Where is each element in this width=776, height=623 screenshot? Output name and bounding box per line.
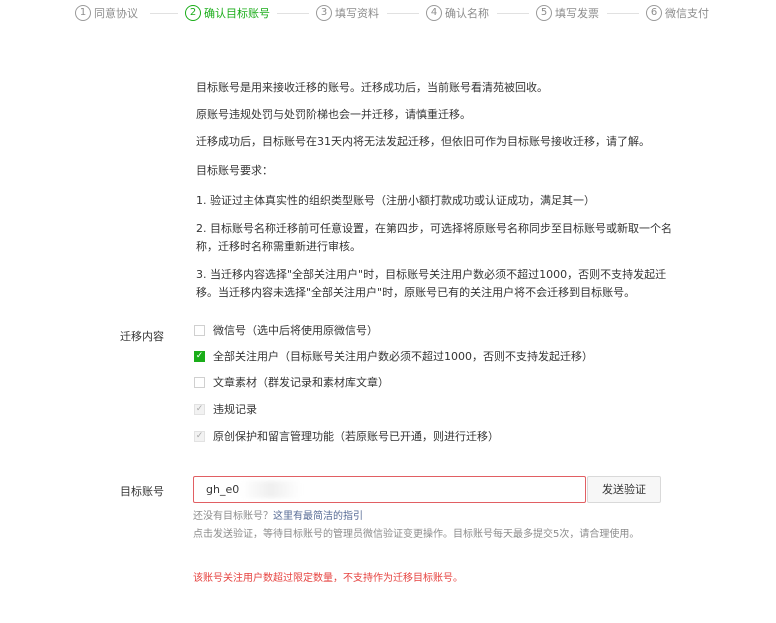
step-6: 6 微信支付 (646, 5, 709, 21)
checkbox-disabled: ✓ (194, 403, 205, 415)
step-4: 4 确认名称 (426, 5, 489, 21)
step-connector (497, 13, 529, 14)
option-label: 违规记录 (213, 403, 257, 416)
send-verification-button[interactable]: 发送验证 (587, 476, 661, 503)
step-5: 5 填写发票 (536, 5, 599, 21)
step-label: 确认名称 (445, 7, 489, 20)
option-label: 原创保护和留言管理功能（若原账号已开通，则进行迁移） (213, 430, 499, 443)
checkbox[interactable] (194, 376, 205, 388)
error-message: 该账号关注用户数超过限定数量，不支持作为迁移目标账号。 (193, 573, 463, 584)
info-paragraph: 目标账号是用来接收迁移的账号。迁移成功后，当前账号看清苑被回收。 (196, 81, 548, 94)
checkbox-disabled: ✓ (194, 430, 205, 442)
step-number: 4 (426, 5, 442, 21)
step-label: 同意协议 (94, 7, 138, 20)
option-wechat-id[interactable]: 微信号（选中后将使用原微信号） (194, 322, 378, 338)
requirement-item: 3. 当迁移内容选择"全部关注用户"时，目标账号关注用户数必须不超过1000，否… (196, 268, 667, 299)
step-connector (150, 13, 178, 14)
no-account-hint: 还没有目标账号？这里有最简洁的指引 (193, 509, 363, 525)
option-article-materials[interactable]: 文章素材（群发记录和素材库文章） (194, 374, 389, 390)
info-paragraph: 原账号违规处罚与处罚阶梯也会一并迁移，请慎重迁移。 (196, 108, 471, 121)
step-label: 填写发票 (555, 7, 599, 20)
steps-bar: 1 同意协议 2 确认目标账号 3 填写资料 4 确认名称 5 填写发票 6 微… (0, 0, 776, 30)
step-connector (607, 13, 639, 14)
option-original-protection: ✓ 原创保护和留言管理功能（若原账号已开通，则进行迁移） (194, 428, 499, 444)
requirement-item: 1. 验证过主体真实性的组织类型账号（注册小额打款成功或认证成功，满足其一） (196, 194, 595, 207)
requirement-item: 2. 目标账号名称迁移前可任意设置，在第四步，可选择将原账号名称同步至目标账号或… (196, 222, 672, 253)
step-3: 3 填写资料 (316, 5, 379, 21)
step-label: 确认目标账号 (204, 7, 270, 20)
step-label: 微信支付 (665, 7, 709, 20)
step-number: 3 (316, 5, 332, 21)
guide-link[interactable]: 这里有最简洁的指引 (273, 511, 363, 522)
option-violation-records: ✓ 违规记录 (194, 401, 257, 417)
checkbox[interactable] (194, 324, 205, 336)
migration-content-label: 迁移内容 (120, 330, 164, 343)
check-icon: ✓ (195, 403, 204, 414)
verification-hint: 点击发送验证，等待目标账号的管理员微信验证变更操作。目标账号每天最多提交5次，请… (193, 529, 640, 540)
requirements-heading: 目标账号要求： (196, 164, 273, 177)
check-icon: ✓ (195, 350, 204, 361)
step-number: 6 (646, 5, 662, 21)
option-all-followers[interactable]: ✓ 全部关注用户（目标账号关注用户数必须不超过1000，否则不支持发起迁移） (194, 348, 593, 364)
option-label: 文章素材（群发记录和素材库文章） (213, 376, 389, 389)
step-1: 1 同意协议 (75, 5, 138, 21)
step-label: 填写资料 (335, 7, 379, 20)
info-paragraph: 迁移成功后，目标账号在31天内将无法发起迁移，但依旧可作为目标账号接收迁移，请了… (196, 135, 650, 148)
step-connector (387, 13, 419, 14)
option-label: 全部关注用户（目标账号关注用户数必须不超过1000，否则不支持发起迁移） (213, 350, 593, 363)
option-label: 微信号（选中后将使用原微信号） (213, 324, 378, 337)
check-icon: ✓ (195, 430, 204, 441)
step-number: 5 (536, 5, 552, 21)
redacted-overlay (241, 481, 301, 498)
step-number: 1 (75, 5, 91, 21)
step-connector (277, 13, 309, 14)
target-account-label: 目标账号 (120, 485, 164, 498)
checkbox-checked[interactable]: ✓ (194, 350, 205, 362)
step-2: 2 确认目标账号 (185, 5, 270, 21)
hint-prefix: 还没有目标账号？ (193, 511, 273, 522)
step-number: 2 (185, 5, 201, 21)
